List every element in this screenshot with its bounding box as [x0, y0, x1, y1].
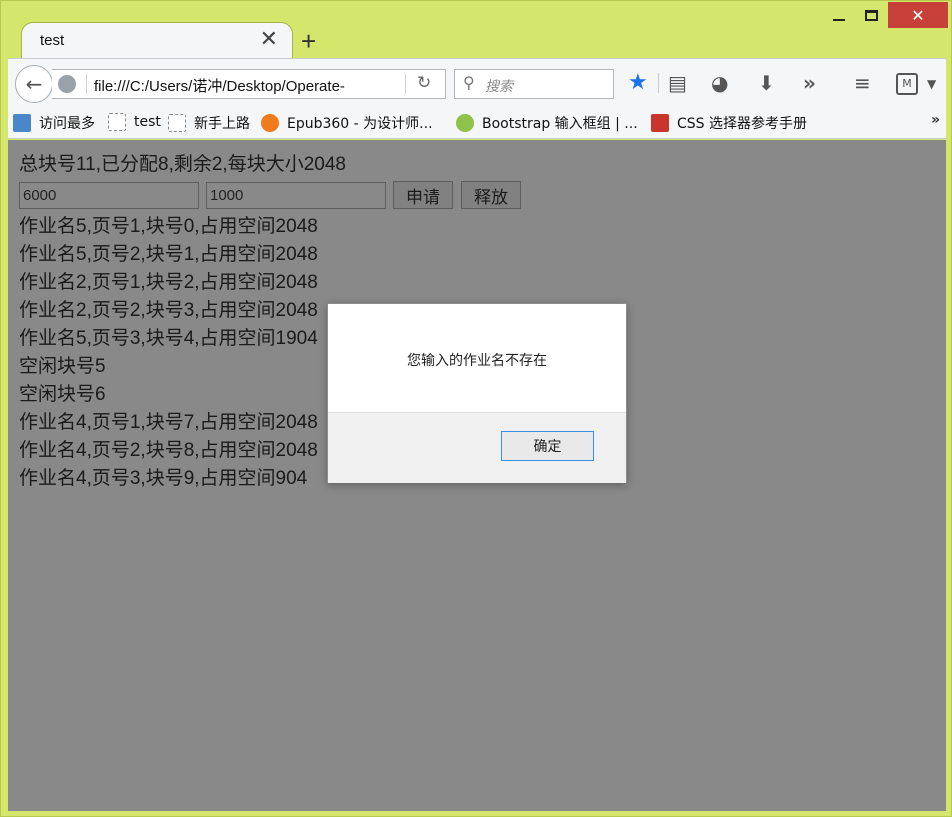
maximize-icon	[864, 9, 878, 21]
alert-dialog: 您输入的作业名不存在 确定	[327, 303, 627, 483]
bookmark-label: Epub360 - 为设计师...	[287, 116, 433, 132]
page-icon	[108, 113, 126, 131]
bookmark-star-icon[interactable]: ★	[628, 71, 648, 95]
bookmark-bootstrap[interactable]: Bootstrap 输入框组 | ...	[456, 113, 638, 133]
minimize-icon	[833, 19, 845, 21]
dialog-message: 您输入的作业名不存在	[407, 353, 547, 369]
tab-test[interactable]: test ✕	[21, 22, 293, 59]
bookmark-label: Bootstrap 输入框组 | ...	[482, 116, 638, 132]
pocket-icon[interactable]: ◕	[711, 71, 728, 95]
bookmark-test[interactable]: test	[108, 113, 161, 131]
extension-dropdown-icon[interactable]: ▼	[927, 72, 936, 96]
new-tab-button[interactable]: +	[301, 28, 316, 54]
reload-icon[interactable]: ↻	[417, 73, 431, 93]
navigation-toolbar: ← file:///C:/Users/诺冲/Desktop/Operate- ↻…	[8, 58, 946, 107]
bookmark-label: test	[134, 114, 161, 130]
hamburger-menu-icon[interactable]: ≡	[854, 71, 871, 95]
bookmarks-toolbar: 访问最多 test 新手上路 Epub360 - 为设计师... Bootstr…	[8, 107, 946, 139]
bookmark-most-visited[interactable]: 访问最多	[13, 113, 95, 133]
bookmark-css-selectors[interactable]: CSS 选择器参考手册	[651, 113, 807, 133]
search-placeholder: 搜索	[485, 79, 513, 95]
bookmark-label: 访问最多	[39, 116, 95, 132]
url-separator-2	[405, 74, 406, 94]
tab-title: test	[40, 32, 65, 49]
download-icon[interactable]: ⬇	[758, 71, 775, 95]
w3school-icon	[651, 114, 669, 132]
bookmarks-menu-icon[interactable]: ▤	[668, 71, 687, 95]
most-visited-icon	[13, 114, 31, 132]
url-separator	[86, 74, 87, 94]
page-icon	[168, 114, 186, 132]
site-identity-icon[interactable]	[58, 75, 76, 93]
toolbar-separator	[658, 73, 659, 93]
bookmark-epub360[interactable]: Epub360 - 为设计师...	[261, 113, 433, 133]
dialog-footer: 确定	[328, 412, 626, 483]
bookmark-label: CSS 选择器参考手册	[677, 116, 807, 132]
bookmarks-overflow-icon[interactable]: »	[931, 112, 940, 128]
search-icon: ⚲	[463, 73, 475, 92]
window-close-button[interactable]: ✕	[888, 2, 948, 28]
browser-window: ✕ test ✕ + ← file:///C:/Users/诺冲/Desktop…	[0, 0, 952, 817]
minimize-button[interactable]	[824, 2, 854, 28]
epub-icon	[261, 114, 279, 132]
search-input[interactable]: ⚲ 搜索	[454, 69, 614, 99]
bookmark-label: 新手上路	[194, 116, 250, 132]
url-bar[interactable]: file:///C:/Users/诺冲/Desktop/Operate- ↻	[52, 69, 446, 99]
back-button[interactable]: ←	[15, 65, 53, 103]
runoob-icon	[456, 114, 474, 132]
extension-icon[interactable]: M	[896, 73, 918, 95]
url-text[interactable]: file:///C:/Users/诺冲/Desktop/Operate-	[94, 75, 345, 96]
tab-close-icon[interactable]: ✕	[260, 29, 278, 51]
bookmark-getting-started[interactable]: 新手上路	[168, 113, 250, 133]
ok-button[interactable]: 确定	[501, 431, 594, 461]
maximize-button[interactable]	[856, 2, 886, 28]
overflow-icon[interactable]: »	[803, 71, 816, 95]
